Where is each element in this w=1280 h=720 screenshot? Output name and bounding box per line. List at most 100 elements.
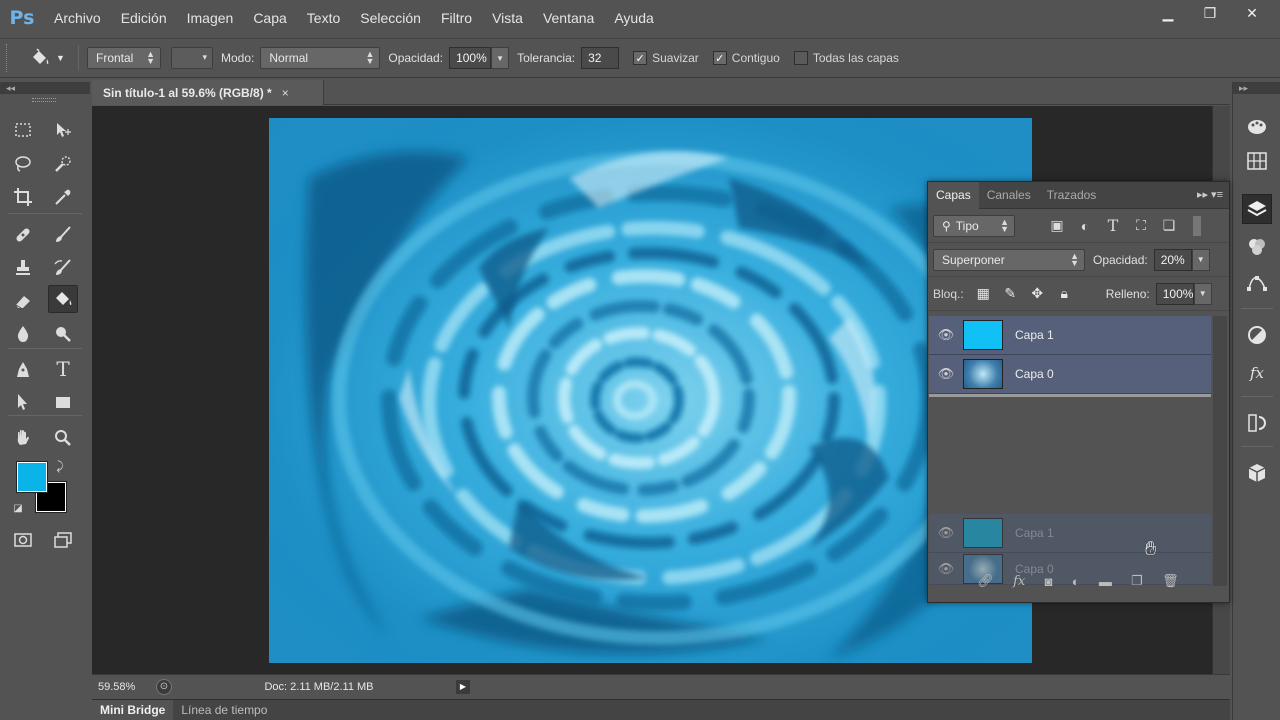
visibility-eye-icon[interactable]: 👁︎ — [929, 327, 963, 343]
visibility-eye-icon[interactable]: 👁︎ — [929, 366, 963, 382]
channels-panel-button[interactable] — [1242, 232, 1272, 262]
move-tool[interactable] — [48, 116, 78, 144]
dodge-tool[interactable] — [48, 320, 78, 348]
pen-tool[interactable] — [8, 355, 38, 383]
rect-marquee-tool[interactable] — [8, 116, 38, 144]
options-grip[interactable] — [6, 44, 16, 72]
contiguous-checkbox[interactable]: ✓ — [712, 51, 727, 65]
fx-icon[interactable]: fx — [1013, 574, 1025, 589]
new-layer-icon[interactable]: ❐ — [1131, 573, 1143, 589]
toolbox-grip[interactable] — [32, 98, 56, 102]
document-canvas[interactable] — [269, 118, 1032, 663]
zoom-level[interactable]: 59.58% — [92, 681, 142, 693]
brush-tool[interactable] — [48, 221, 78, 249]
zoom-preview-icon[interactable]: ⊙ — [156, 678, 172, 695]
blend-mode-select[interactable]: Superponer ▲ ▼ — [933, 248, 1085, 271]
layers-scrollbar[interactable] — [1213, 316, 1227, 586]
layer-row[interactable]: 👁︎ Capa 1 — [929, 316, 1211, 355]
opacity-input[interactable]: 100% — [449, 47, 492, 69]
panel-menu-icon[interactable]: ▸▸ ▾≡ — [1197, 188, 1223, 201]
lock-image-brush-icon[interactable]: ✎ — [997, 285, 1024, 302]
lock-transparent-icon[interactable]: ▦ — [970, 285, 997, 302]
swap-colors-button[interactable]: ⤸ — [50, 456, 70, 476]
adjustment-layer-icon[interactable]: ◐ — [1072, 574, 1080, 589]
blur-tool[interactable] — [8, 320, 38, 348]
paths-panel-button[interactable] — [1242, 268, 1272, 298]
link-layers-icon[interactable]: 🔗︎ — [977, 573, 994, 589]
pattern-picker[interactable]: ▾ — [171, 47, 213, 69]
type-tool[interactable]: T — [48, 355, 78, 383]
filter-kind-select[interactable]: ⚲ Tipo ▲ ▼ — [933, 214, 1015, 237]
restore-button[interactable]: ❐ — [1192, 2, 1228, 24]
menu-filtro[interactable]: Filtro — [431, 0, 482, 36]
color-panel-button[interactable] — [1242, 112, 1272, 142]
history-panel-button[interactable] — [1242, 408, 1272, 438]
lock-position-icon[interactable]: ✥ — [1024, 285, 1051, 302]
document-tab[interactable]: Sin título-1 al 59.6% (RGB/8) * × — [92, 80, 324, 105]
menu-archivo[interactable]: Archivo — [44, 0, 111, 36]
spot-healing-tool[interactable] — [8, 221, 38, 249]
layer-opacity-dropdown[interactable]: ▼ — [1191, 248, 1210, 271]
filter-toggle[interactable] — [1193, 215, 1201, 236]
history-brush-tool[interactable] — [48, 254, 78, 282]
menu-seleccion[interactable]: Selección — [350, 0, 431, 36]
shape-filter-icon[interactable]: ⛶ — [1127, 215, 1155, 237]
quick-mask-button[interactable] — [8, 526, 38, 554]
menu-vista[interactable]: Vista — [482, 0, 533, 36]
opacity-dropdown-button[interactable]: ▼ — [491, 47, 510, 69]
type-filter-icon[interactable]: T — [1099, 215, 1127, 237]
close-tab-icon[interactable]: × — [282, 86, 289, 100]
new-group-folder-icon[interactable]: ▬ — [1099, 574, 1112, 589]
quick-selection-tool[interactable] — [48, 150, 78, 178]
tab-capas[interactable]: Capas — [928, 181, 979, 209]
styles-panel-button[interactable]: fx — [1242, 358, 1272, 388]
fill-input[interactable]: 100% — [1155, 282, 1194, 305]
menu-texto[interactable]: Texto — [297, 0, 350, 36]
menu-ayuda[interactable]: Ayuda — [604, 0, 663, 36]
fill-source-select[interactable]: Frontal ▲ ▼ — [87, 47, 161, 69]
default-colors-button[interactable]: ◪ — [8, 498, 28, 518]
tab-mini-bridge[interactable]: Mini Bridge — [92, 700, 174, 720]
tab-canales[interactable]: Canales — [979, 182, 1039, 209]
antialias-checkbox[interactable]: ✓ — [633, 51, 648, 65]
menu-capa[interactable]: Capa — [243, 0, 296, 36]
add-mask-icon[interactable]: ◙ — [1045, 574, 1053, 589]
path-selection-tool[interactable] — [8, 388, 38, 416]
rectangle-tool[interactable] — [48, 388, 78, 416]
all-layers-checkbox[interactable] — [793, 51, 808, 65]
layer-opacity-input[interactable]: 20% — [1153, 248, 1192, 271]
adjustment-filter-icon[interactable]: ◐ — [1071, 215, 1099, 237]
tab-trazados[interactable]: Trazados — [1039, 182, 1105, 209]
lock-all-icon[interactable]: 🔒︎ — [1051, 285, 1078, 302]
close-window-button[interactable]: ✕ — [1234, 2, 1270, 24]
menu-edicion[interactable]: Edición — [111, 0, 177, 36]
tab-timeline[interactable]: Línea de tiempo — [173, 700, 275, 720]
toolbox-collapse[interactable]: ◂◂ — [0, 82, 90, 94]
layer-row[interactable]: 👁︎ Capa 0 — [929, 355, 1211, 394]
smart-object-filter-icon[interactable]: ❏ — [1155, 215, 1183, 237]
mode-select[interactable]: Normal ▲ ▼ — [260, 47, 381, 69]
menu-imagen[interactable]: Imagen — [177, 0, 244, 36]
trash-icon[interactable]: 🗑︎ — [1162, 573, 1179, 589]
foreground-color-swatch[interactable] — [16, 461, 48, 493]
layers-panel-button[interactable] — [1242, 194, 1272, 224]
eraser-tool[interactable] — [8, 287, 38, 315]
fill-dropdown[interactable]: ▼ — [1193, 282, 1212, 305]
paint-bucket-tool[interactable] — [48, 285, 78, 313]
swatches-panel-button[interactable] — [1242, 146, 1272, 176]
menu-ventana[interactable]: Ventana — [533, 0, 604, 36]
crop-tool[interactable] — [8, 183, 38, 211]
clone-stamp-tool[interactable] — [8, 254, 38, 282]
minimize-button[interactable]: ▁ — [1150, 2, 1186, 24]
pixel-layer-filter-icon[interactable]: ▣ — [1043, 215, 1071, 237]
adjustments-panel-button[interactable] — [1242, 320, 1272, 350]
eyedropper-tool[interactable] — [48, 183, 78, 211]
dock-collapse[interactable]: ▸▸ — [1233, 82, 1280, 94]
tool-preset-picker[interactable]: ▼ — [30, 44, 70, 72]
lasso-tool[interactable] — [8, 150, 38, 178]
status-menu-arrow-icon[interactable]: ▶ — [456, 679, 470, 694]
3d-panel-button[interactable] — [1242, 458, 1272, 488]
screen-mode-button[interactable] — [48, 526, 78, 554]
hand-tool[interactable] — [8, 424, 38, 452]
tolerance-input[interactable]: 32 — [581, 47, 620, 69]
